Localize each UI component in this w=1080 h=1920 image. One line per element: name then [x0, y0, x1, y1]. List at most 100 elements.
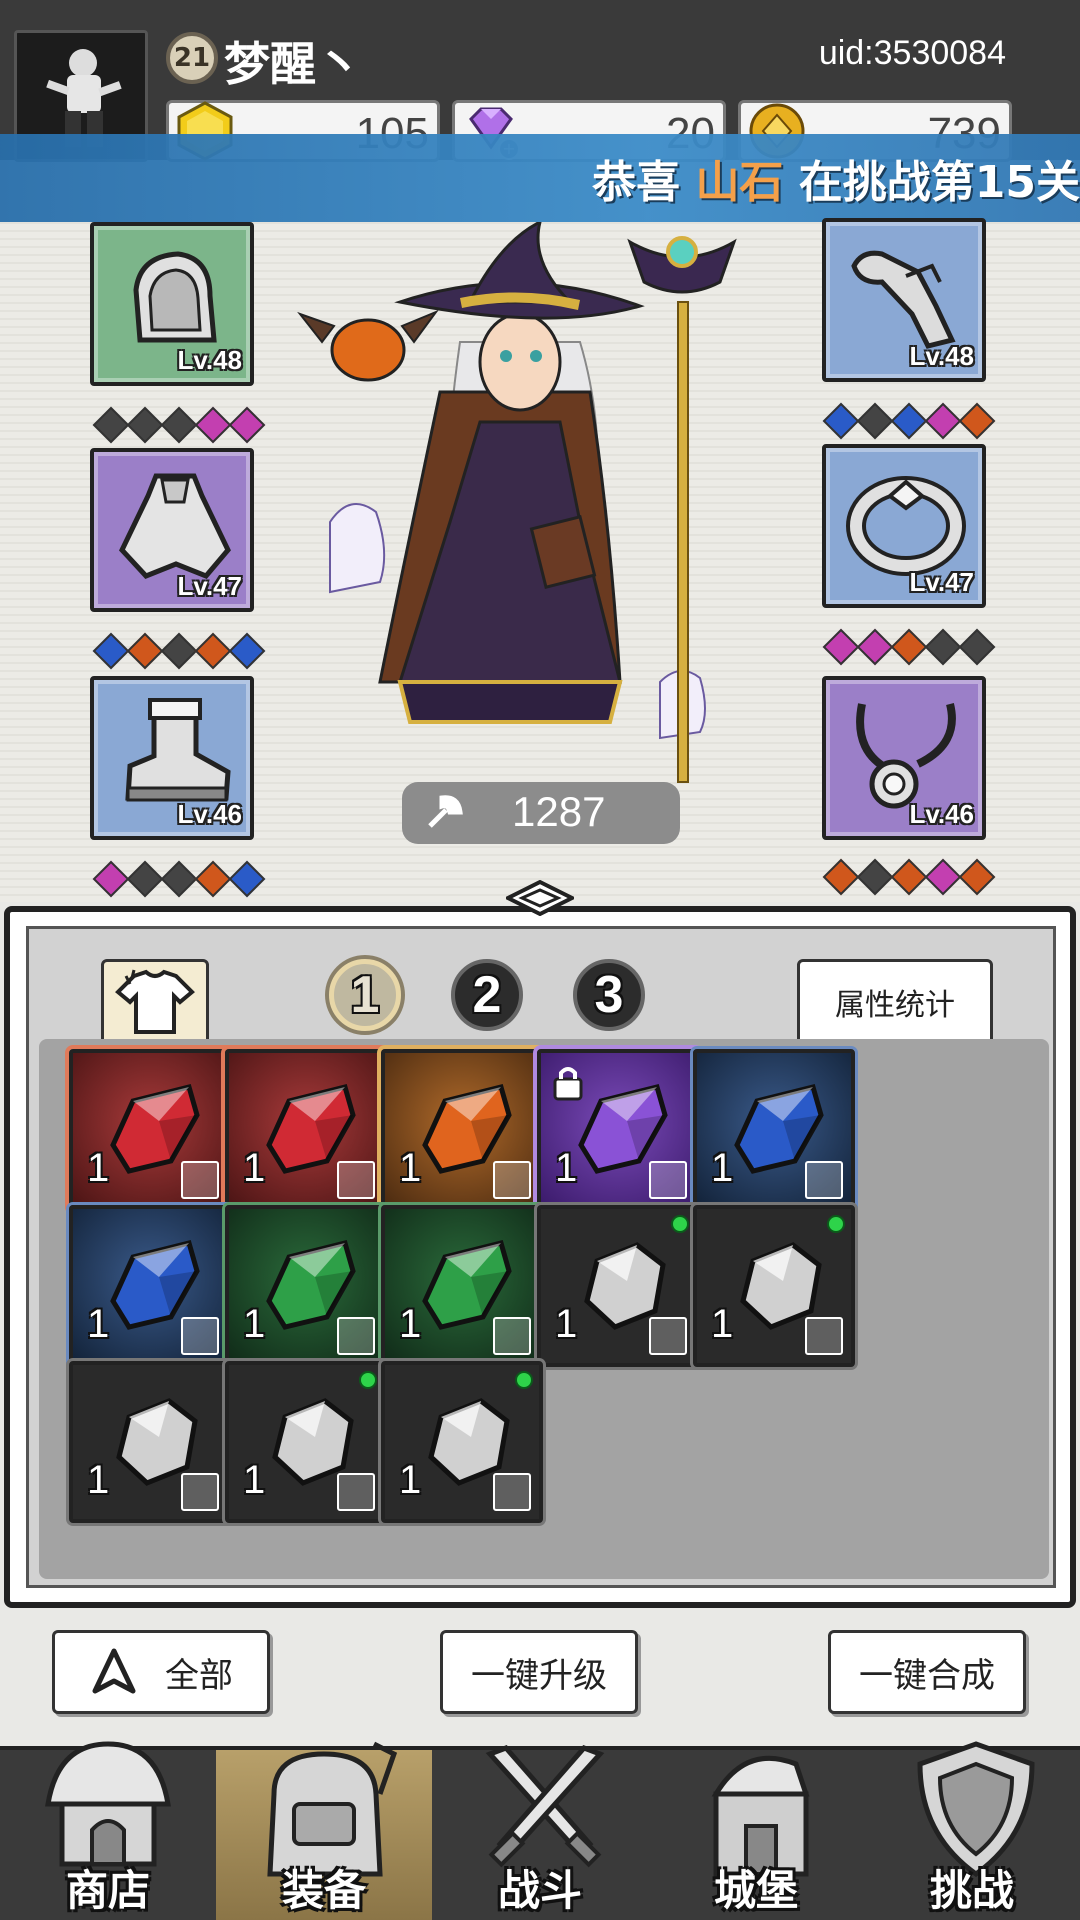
page-tab-2[interactable]: 2	[451, 959, 523, 1031]
shop-icon	[45, 1741, 171, 1867]
socket-gem	[924, 628, 962, 666]
socket-gem	[92, 632, 130, 670]
equip-type-icon	[649, 1317, 687, 1355]
gem-item[interactable]: 1	[693, 1205, 855, 1367]
arrow-up-icon	[92, 1648, 136, 1694]
socket-gem	[126, 632, 164, 670]
gem-item[interactable]: 1	[693, 1049, 855, 1211]
merge-all-button[interactable]: 一键合成	[828, 1630, 1026, 1714]
equip-type-icon	[805, 1161, 843, 1199]
necklace-gem-row	[822, 858, 996, 896]
equip-type-icon	[337, 1317, 375, 1355]
equip-slot-ring[interactable]: Lv.47	[822, 444, 986, 608]
nav-shop-label: 商店	[65, 1866, 150, 1915]
nav-equipment[interactable]: 装备	[216, 1741, 432, 1920]
page-tab-1[interactable]: 1	[329, 959, 401, 1031]
gem-count: 1	[555, 1146, 578, 1190]
equip-level: Lv.48	[177, 345, 242, 375]
equip-type-icon	[181, 1317, 219, 1355]
gem-item[interactable]: 1	[225, 1049, 387, 1211]
equip-level: Lv.46	[909, 799, 974, 829]
gem-count: 1	[711, 1302, 734, 1346]
socket-gem	[92, 406, 130, 444]
outfit-button[interactable]	[101, 959, 209, 1045]
gem-count: 1	[555, 1302, 578, 1346]
equip-type-icon	[493, 1473, 531, 1511]
nav-shop[interactable]: 商店	[0, 1741, 216, 1920]
gauntlet-icon	[851, 250, 956, 349]
socket-gem	[958, 858, 996, 896]
equip-type-icon	[805, 1317, 843, 1355]
gem-count: 1	[243, 1302, 266, 1346]
character-stage: Lv.48 Lv.47 Lv.46 1287 Lv.48 Lv.47 Lv.46	[0, 218, 1080, 902]
socket-gem	[160, 632, 198, 670]
filter-all-label: 全部	[165, 1655, 233, 1696]
equip-slot-gloves[interactable]: Lv.48	[822, 218, 986, 382]
gem-item[interactable]: 1	[381, 1049, 543, 1211]
page-tab-3[interactable]: 3	[573, 959, 645, 1031]
nav-challenge[interactable]: 挑战	[864, 1741, 1080, 1920]
socket-gem	[856, 858, 894, 896]
socket-gem	[890, 628, 928, 666]
player-uid: uid:3530084	[818, 34, 1006, 72]
socket-gem	[924, 402, 962, 440]
announcement-text: 恭喜 山石 在挑战第15关	[592, 146, 1080, 210]
socket-gem	[194, 406, 232, 444]
new-indicator-dot	[359, 1371, 377, 1389]
helmet-icon	[133, 251, 217, 343]
ring-icon	[846, 476, 966, 576]
gem-count: 1	[87, 1458, 110, 1502]
lock-icon	[553, 1067, 583, 1101]
nav-equipment-label: 装备	[281, 1866, 366, 1915]
socket-gem	[126, 406, 164, 444]
nav-castle-label: 城堡	[713, 1866, 798, 1915]
socket-gem	[890, 858, 928, 896]
witch-character-illustration	[297, 222, 737, 783]
equip-type-icon	[493, 1317, 531, 1355]
attribute-stats-button[interactable]: 属性统计	[797, 959, 993, 1045]
socket-gem	[228, 632, 266, 670]
socket-gem	[194, 860, 232, 898]
gem-item[interactable]: 1	[381, 1361, 543, 1523]
player-name: 梦醒丶	[224, 37, 362, 91]
socket-gem	[890, 402, 928, 440]
socket-gem	[92, 860, 130, 898]
socket-gem	[958, 402, 996, 440]
gem-count: 1	[399, 1458, 422, 1502]
gem-item[interactable]: 1	[225, 1361, 387, 1523]
socket-gem	[126, 860, 164, 898]
gem-item[interactable]: 1	[69, 1049, 231, 1211]
equip-level: Lv.47	[909, 567, 974, 597]
gem-item[interactable]: 1	[69, 1361, 231, 1523]
upgrade-all-button[interactable]: 一键升级	[440, 1630, 638, 1714]
gem-count: 1	[711, 1146, 734, 1190]
nav-battle-label: 战斗	[497, 1866, 582, 1915]
new-indicator-dot	[671, 1215, 689, 1233]
equip-slot-helmet[interactable]: Lv.48	[90, 222, 254, 386]
socket-gem	[958, 628, 996, 666]
equip-type-icon	[181, 1473, 219, 1511]
nav-challenge-label: 挑战	[929, 1866, 1014, 1915]
socket-gem	[856, 402, 894, 440]
equip-slot-boots[interactable]: Lv.46	[90, 676, 254, 840]
socket-gem	[822, 402, 860, 440]
gem-item[interactable]: 1	[381, 1205, 543, 1367]
equip-slot-necklace[interactable]: Lv.46	[822, 676, 986, 840]
gem-count: 1	[399, 1302, 422, 1346]
new-indicator-dot	[515, 1371, 533, 1389]
equip-slot-armor[interactable]: Lv.47	[90, 448, 254, 612]
gem-item[interactable]: 1	[69, 1205, 231, 1367]
announcement-suffix: 在挑战第15关	[798, 157, 1080, 208]
nav-castle[interactable]: 城堡	[648, 1750, 864, 1920]
gem-item[interactable]: 1	[225, 1205, 387, 1367]
gem-item[interactable]: 1	[537, 1049, 699, 1211]
tshirt-icon	[115, 969, 195, 1034]
gem-item[interactable]: 1	[537, 1205, 699, 1367]
nav-battle[interactable]: 战斗	[432, 1745, 648, 1920]
socket-gem	[160, 860, 198, 898]
gem-count: 1	[399, 1146, 422, 1190]
equip-level: Lv.48	[909, 341, 974, 371]
equip-type-icon	[649, 1161, 687, 1199]
filter-all-button[interactable]: 全部	[52, 1630, 270, 1714]
power-icon	[428, 795, 463, 828]
